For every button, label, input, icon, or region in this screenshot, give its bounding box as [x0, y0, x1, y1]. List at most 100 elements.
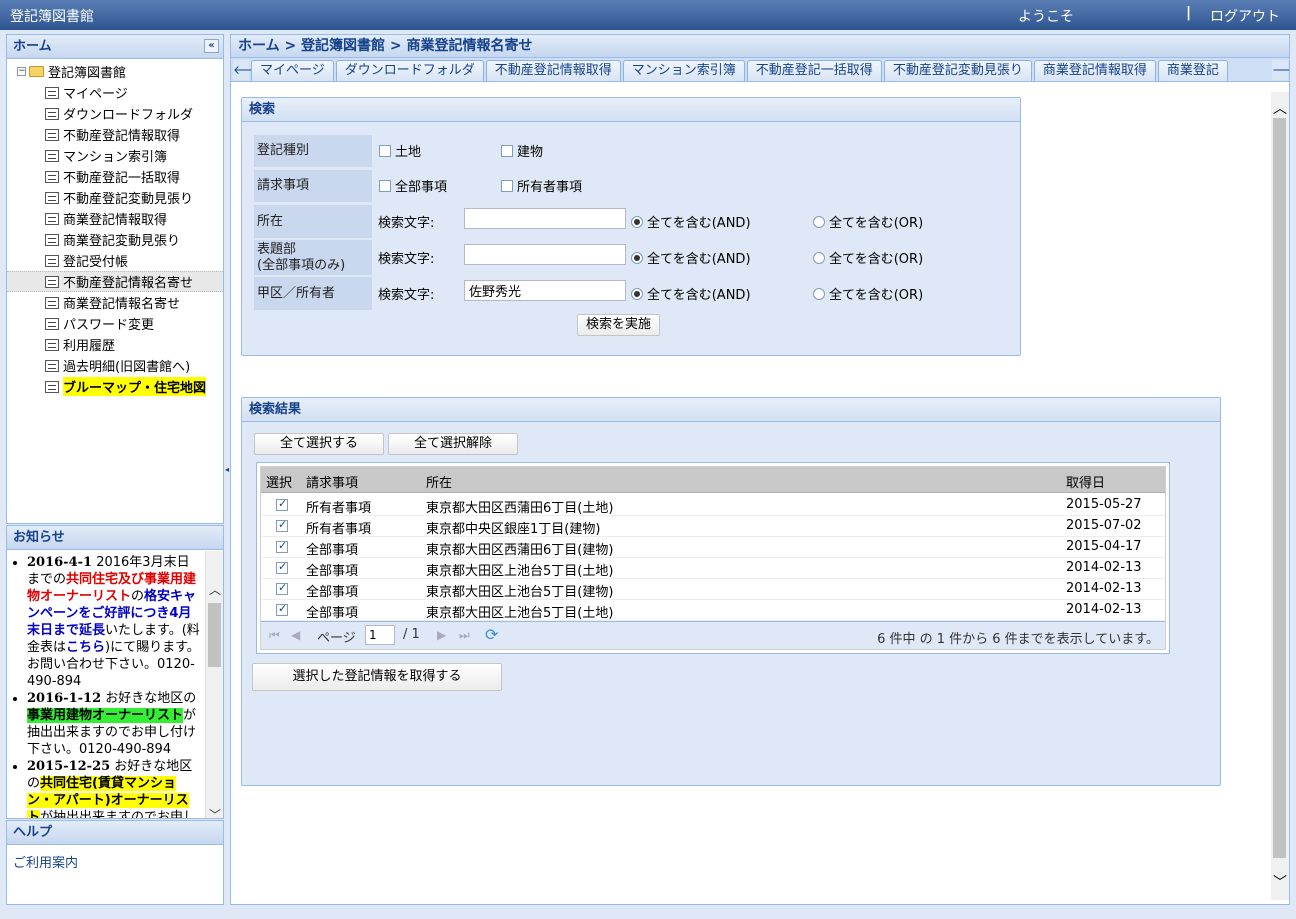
checkbox-icon[interactable]	[501, 179, 513, 192]
news-panel-title: お知らせ	[13, 530, 65, 545]
main-scrollbar[interactable]: ︿ ﹀	[1271, 92, 1289, 900]
sidebar-item-realestate-nayose[interactable]: 不動産登記情報名寄せ	[7, 271, 223, 292]
price-list-link[interactable]: こちら	[66, 640, 105, 655]
news-scrollbar[interactable]: ︿ ﹀	[205, 551, 224, 822]
row-checkbox[interactable]	[276, 497, 288, 511]
sidebar-item-label: 不動産登記情報取得	[63, 129, 181, 144]
row-checkbox[interactable]	[276, 581, 288, 595]
welcome-text: ようこそ	[1018, 9, 1074, 25]
tree-root[interactable]: − 登記簿図書館	[17, 61, 126, 81]
nav-tree: − 登記簿図書館 マイページ ダウンロードフォルダ 不動産登記情報取得 マンショ…	[7, 60, 223, 523]
location-search-input[interactable]	[464, 208, 626, 229]
sidebar-item-realestate-watch[interactable]: 不動産登記変動見張り	[7, 187, 223, 208]
cell-date: 2015-07-02	[1066, 518, 1142, 533]
radio-icon[interactable]	[813, 287, 825, 300]
tab-mansion-index[interactable]: マンション索引簿	[622, 60, 745, 81]
title-or-radio[interactable]: 全てを含む(OR)	[813, 248, 923, 267]
fetch-selected-button[interactable]: 選択した登記情報を取得する	[252, 663, 502, 691]
sidebar-item-mansion-index[interactable]: マンション索引簿	[7, 145, 223, 166]
sidebar-item-mypage[interactable]: マイページ	[7, 82, 223, 103]
sidebar-item-label: 不動産登記変動見張り	[63, 192, 194, 207]
table-row[interactable]: 全部事項 東京都大田区上池台5丁目(建物) 2014-02-13	[261, 579, 1165, 600]
title-search-input[interactable]	[464, 244, 626, 265]
tab-realestate-watch[interactable]: 不動産登記変動見張り	[883, 60, 1032, 81]
tab-realestate-get[interactable]: 不動産登記情報取得	[485, 60, 621, 81]
splitter-handle[interactable]: ◂	[225, 455, 229, 485]
select-all-button[interactable]: 全て選択する	[254, 433, 384, 455]
row-checkbox[interactable]	[276, 560, 288, 574]
column-header[interactable]: 取得日	[1066, 472, 1105, 491]
row-checkbox[interactable]	[276, 539, 288, 553]
prev-page-icon[interactable]: ◀	[291, 628, 300, 642]
checkbox-icon[interactable]	[379, 144, 391, 157]
tab-commercial-get[interactable]: 商業登記情報取得	[1033, 60, 1156, 81]
column-header[interactable]: 選択	[266, 472, 292, 491]
table-row[interactable]: 全部事項 東京都大田区西蒲田6丁目(建物) 2015-04-17	[261, 537, 1165, 558]
title-and-radio[interactable]: 全てを含む(AND)	[631, 248, 751, 267]
owner-or-radio[interactable]: 全てを含む(OR)	[813, 284, 923, 303]
scroll-up-icon[interactable]: ︿	[206, 581, 224, 599]
sidebar-item-past-statements[interactable]: 過去明細(旧図書館へ)	[7, 355, 223, 376]
radio-icon[interactable]	[631, 215, 643, 228]
location-or-radio[interactable]: 全てを含む(OR)	[813, 212, 923, 231]
sidebar-item-commercial-nayose[interactable]: 商業登記情報名寄せ	[7, 292, 223, 313]
column-header[interactable]: 請求事項	[306, 472, 358, 491]
table-row[interactable]: 全部事項 東京都大田区上池台5丁目(土地) 2014-02-13	[261, 558, 1165, 579]
sidebar-item-realestate-bulk[interactable]: 不動産登記一括取得	[7, 166, 223, 187]
row-checkbox[interactable]	[276, 602, 288, 616]
row-checkbox[interactable]	[276, 518, 288, 532]
news-item: 2015-12-25 お好きな地区の共同住宅(賃貸マンション・アパート)オーナー…	[27, 758, 201, 818]
owner-search-input[interactable]	[464, 280, 626, 301]
checkbox-icon[interactable]	[501, 144, 513, 157]
scroll-down-icon[interactable]: ﹀	[1271, 872, 1289, 892]
scroll-thumb[interactable]	[208, 603, 221, 667]
radio-icon[interactable]	[813, 251, 825, 264]
logout-link[interactable]: ログアウト	[1210, 6, 1280, 26]
page-number-input[interactable]	[365, 625, 395, 645]
sidebar-item-bluemap[interactable]: ブルーマップ・住宅地図	[7, 376, 223, 397]
radio-icon[interactable]	[813, 215, 825, 228]
type-land-checkbox[interactable]: 土地	[379, 141, 421, 160]
sidebar-item-commercial-get[interactable]: 商業登記情報取得	[7, 208, 223, 229]
type-building-checkbox[interactable]: 建物	[501, 141, 543, 160]
tree-expander-icon[interactable]: −	[17, 66, 26, 76]
deselect-all-button[interactable]: 全て選択解除	[388, 433, 518, 455]
owner-and-radio[interactable]: 全てを含む(AND)	[631, 284, 751, 303]
table-row[interactable]: 全部事項 東京都大田区上池台5丁目(土地) 2014-02-13	[261, 600, 1165, 621]
tab-scroll-left-icon[interactable]: 🡐	[233, 60, 265, 80]
radio-icon[interactable]	[631, 251, 643, 264]
collapse-sidebar-icon[interactable]: «	[204, 39, 219, 53]
sidebar-item-registration-ledger[interactable]: 登記受付帳	[7, 250, 223, 271]
sidebar-item-realestate-get[interactable]: 不動産登記情報取得	[7, 124, 223, 145]
request-label: 請求事項	[254, 170, 372, 202]
next-page-icon[interactable]: ▶	[437, 628, 446, 642]
first-page-icon[interactable]: ⏮	[269, 628, 280, 643]
cell-date: 2014-02-13	[1066, 560, 1142, 575]
tab-commercial-nayose[interactable]: 商業登記	[1157, 60, 1228, 81]
tab-realestate-bulk[interactable]: 不動産登記一括取得	[746, 60, 882, 81]
tab-scroll-right-icon[interactable]: 🡒	[1272, 60, 1289, 80]
tab-mypage[interactable]: マイページ	[251, 60, 334, 81]
sidebar-item-commercial-watch[interactable]: 商業登記変動見張り	[7, 229, 223, 250]
grid-header: 選択 請求事項 所在 取得日	[261, 467, 1165, 493]
refresh-icon[interactable]: ⟳	[485, 625, 498, 644]
sidebar-item-usage-history[interactable]: 利用履歴	[7, 334, 223, 355]
document-icon	[45, 86, 59, 99]
table-row[interactable]: 所有者事項 東京都大田区西蒲田6丁目(土地) 2015-05-27	[261, 495, 1165, 516]
scroll-thumb[interactable]	[1273, 118, 1286, 858]
location-and-radio[interactable]: 全てを含む(AND)	[631, 212, 751, 231]
sidebar-item-password-change[interactable]: パスワード変更	[7, 313, 223, 334]
search-submit-button[interactable]: 検索を実施	[577, 314, 660, 336]
req-owner-checkbox[interactable]: 所有者事項	[501, 176, 582, 195]
req-all-checkbox[interactable]: 全部事項	[379, 176, 447, 195]
user-guide-link[interactable]: ご利用案内	[13, 852, 78, 871]
document-icon	[45, 191, 59, 204]
last-page-icon[interactable]: ⏭	[459, 628, 470, 643]
radio-icon[interactable]	[631, 287, 643, 300]
tab-download-folder[interactable]: ダウンロードフォルダ	[335, 60, 484, 81]
scroll-up-icon[interactable]: ︿	[1271, 98, 1289, 118]
column-header[interactable]: 所在	[426, 472, 452, 491]
sidebar-item-download-folder[interactable]: ダウンロードフォルダ	[7, 103, 223, 124]
table-row[interactable]: 所有者事項 東京都中央区銀座1丁目(建物) 2015-07-02	[261, 516, 1165, 537]
checkbox-icon[interactable]	[379, 179, 391, 192]
